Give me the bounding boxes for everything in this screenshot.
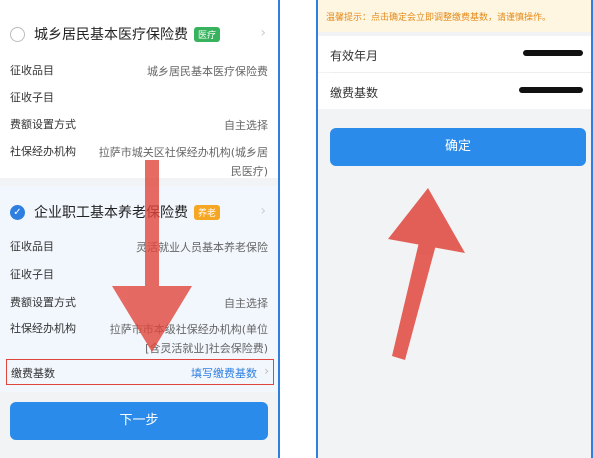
row-value: 城乡居民基本医疗保险费 [147, 65, 268, 78]
row-label: 社保经办机构 [10, 322, 76, 335]
medical-item-title-row[interactable]: 城乡居民基本医疗保险费 医疗 [10, 20, 221, 48]
pension-item-title-row[interactable]: ✓ 企业职工基本养老保险费 养老 [10, 198, 221, 226]
redacted-value[interactable] [519, 87, 583, 93]
left-phone-screen: 城乡居民基本医疗保险费 医疗 › 征收品目 城乡居民基本医疗保险费 征收子目 费… [0, 0, 280, 458]
chevron-right-icon: › [264, 364, 269, 378]
payment-base-input-row[interactable]: 缴费基数 [318, 73, 591, 109]
valid-month-row: 有效年月 [318, 36, 591, 72]
medical-item-title: 城乡居民基本医疗保险费 [34, 27, 188, 43]
row-value: 灵活就业人员基本养老保险 [136, 241, 268, 254]
payment-base-row[interactable]: 缴费基数 填写缴费基数 › [6, 359, 274, 385]
row-label: 征收子目 [10, 268, 54, 281]
medical-tag: 医疗 [194, 26, 221, 42]
row-value: 拉萨市市本级社保经办机构(单位[含灵活就业]社会保险费) [109, 323, 268, 355]
radio-unchecked[interactable] [10, 26, 25, 42]
row-label: 征收品目 [10, 64, 54, 77]
insurance-item-medical[interactable]: 城乡居民基本医疗保险费 医疗 › 征收品目 城乡居民基本医疗保险费 征收子目 费… [0, 0, 278, 178]
row-label: 费额设置方式 [10, 296, 76, 309]
valid-month-label: 有效年月 [330, 49, 379, 63]
check-icon[interactable]: ✓ [10, 204, 25, 220]
row-label: 征收品目 [10, 240, 54, 253]
payment-base-label: 缴费基数 [11, 367, 55, 380]
row-label: 征收子目 [10, 91, 54, 104]
row-value: 自主选择 [224, 119, 268, 132]
warning-notice: 温馨提示：点击确定会立即调整缴费基数，请谨慎操作。 [318, 0, 591, 32]
chevron-right-icon: › [260, 203, 266, 219]
right-phone-screen: 温馨提示：点击确定会立即调整缴费基数，请谨慎操作。 有效年月 缴费基数 确定 [316, 0, 593, 458]
chevron-right-icon: › [260, 25, 266, 41]
row-label: 费额设置方式 [10, 118, 76, 131]
row-value: 拉萨市城关区社保经办机构(城乡居民医疗) [98, 146, 268, 178]
fill-payment-base-link[interactable]: 填写缴费基数 [191, 365, 257, 381]
redacted-value [523, 50, 583, 56]
payment-base-label: 缴费基数 [330, 86, 379, 100]
pension-item-title: 企业职工基本养老保险费 [34, 205, 188, 221]
row-value: 自主选择 [224, 297, 268, 310]
row-label: 社保经办机构 [10, 145, 76, 158]
next-step-button[interactable]: 下一步 [10, 402, 268, 440]
pension-tag: 养老 [194, 204, 221, 220]
confirm-button[interactable]: 确定 [330, 128, 586, 166]
